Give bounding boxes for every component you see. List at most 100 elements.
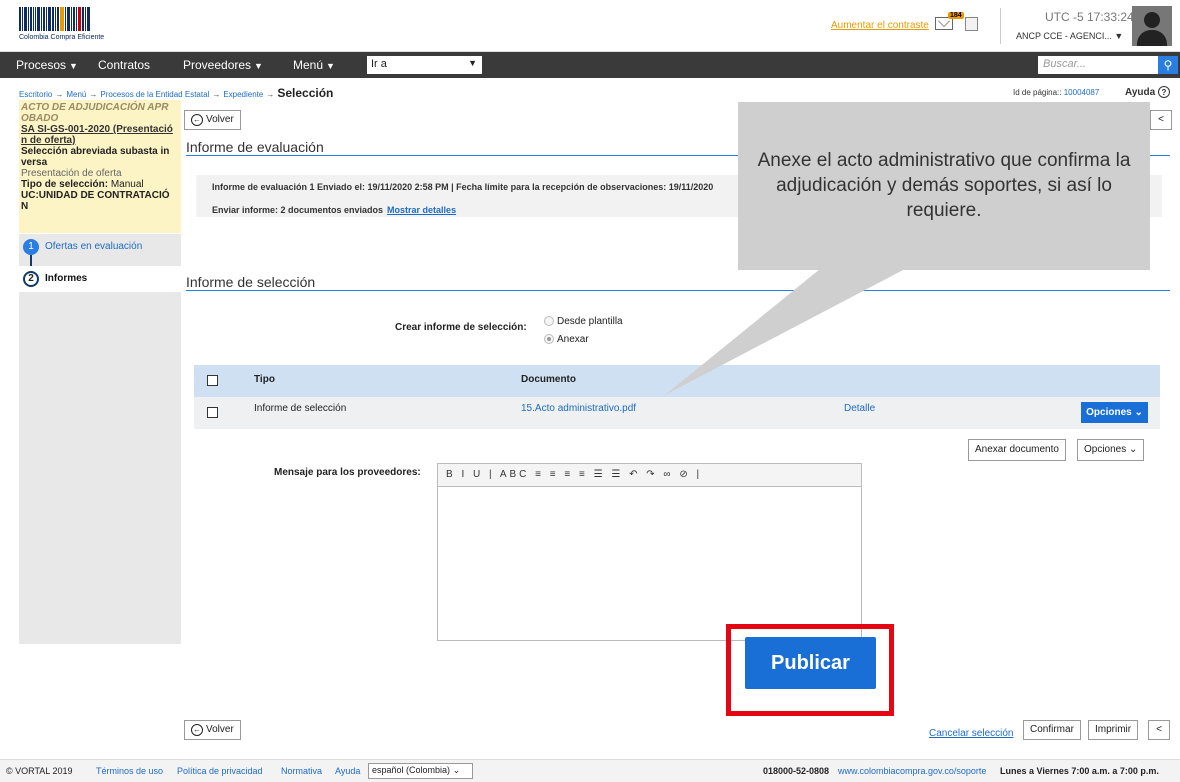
search-icon[interactable]: ⚲ — [1158, 56, 1178, 74]
radio-selected-icon — [544, 334, 554, 345]
arrow-right-icon: → — [266, 90, 275, 99]
terms-link[interactable]: Términos de uso — [96, 766, 163, 776]
account-selector[interactable]: ANCP CCE - AGENCI... ▼ — [1016, 31, 1123, 41]
create-report-label: Crear informe de selección: — [395, 322, 527, 333]
help-icon: ? — [1157, 86, 1170, 98]
page: Colombia Compra Eficiente Aumentar el co… — [0, 0, 1180, 782]
editor-toolbar[interactable]: B I U | ABC ≡ ≡ ≡ ≡ ☰ ☰ ↶ ↷ ∞ ⊘ | — [437, 463, 862, 487]
increase-contrast-link[interactable]: Aumentar el contraste — [831, 20, 929, 31]
step-label: Ofertas en evaluación — [45, 241, 143, 252]
nav-contratos[interactable]: Contratos — [98, 58, 150, 72]
evaluation-section-title: Informe de evaluación — [186, 139, 324, 155]
callout-text: Anexe el acto administrativo que confirm… — [757, 150, 1131, 221]
goto-select[interactable]: Ir a ▼ — [367, 56, 482, 74]
step-informes[interactable]: 2 Informes — [19, 266, 181, 292]
logo-text: Colombia Compra Eficiente — [19, 34, 105, 41]
documents-table-header: Tipo Documento — [194, 365, 1160, 397]
process-modality: Selección abreviada subasta in versa — [21, 146, 170, 168]
collapse-button-bottom[interactable]: < — [1148, 720, 1170, 740]
selection-section-title: Informe de selección — [186, 274, 316, 290]
radio-anexar[interactable]: Anexar — [544, 334, 589, 345]
breadcrumb: Escritorio → Menú → Procesos de la Entidad E… — [19, 86, 333, 100]
footer: © VORTAL 2019 Términos de uso Política d… — [0, 759, 1180, 782]
anexar-documento-button[interactable]: Anexar documento — [968, 439, 1066, 461]
process-info-panel: ACTO DE ADJUDICACIÓN APR OBADO SA SI-GS-0… — [19, 100, 181, 233]
step-ofertas-evaluacion[interactable]: 1 Ofertas en evaluación — [19, 234, 181, 260]
volver-button-bottom[interactable]: ← Volver — [184, 720, 241, 740]
privacy-link[interactable]: Política de privacidad — [177, 766, 263, 776]
contracting-unit: UC:UNIDAD DE CONTRATACIÓ N — [21, 190, 170, 212]
section-divider — [186, 290, 1170, 291]
breadcrumb-expediente[interactable]: Expediente — [223, 90, 263, 99]
arrow-right-icon: → — [55, 90, 64, 99]
caret-down-icon: ▼ — [254, 61, 263, 71]
process-reference-link[interactable]: SA SI-GS-001-2020 (Presentació n de ofert… — [21, 124, 179, 146]
main-nav: Procesos ▼ Contratos Proveedores ▼ Menú ▼ I… — [0, 52, 1180, 78]
volver-button-top[interactable]: ← Volver — [184, 110, 241, 130]
process-status: ACTO DE ADJUDICACIÓN APR OBADO — [21, 102, 169, 124]
step-number: 1 — [23, 239, 39, 255]
nav-menu[interactable]: Menú ▼ — [293, 58, 335, 72]
logo[interactable]: Colombia Compra Eficiente — [19, 7, 119, 45]
row-options-button[interactable]: Opciones ⌄ — [1081, 402, 1148, 423]
column-documento: Documento — [521, 374, 576, 385]
caret-down-icon: ▼ — [326, 61, 335, 71]
search-input[interactable]: Buscar... — [1038, 56, 1158, 74]
header-divider — [1000, 8, 1001, 44]
breadcrumb-escritorio[interactable]: Escritorio — [19, 90, 52, 99]
arrow-right-icon: → — [212, 90, 221, 99]
evaluation-report-summary: Informe de evaluación 1 Enviado el: 19/1… — [212, 182, 714, 192]
radio-icon — [544, 316, 554, 327]
back-arrow-icon: ← — [191, 114, 203, 126]
language-select[interactable]: español (Colombia) ⌄ — [368, 763, 473, 779]
show-details-link[interactable]: Mostrar detalles — [387, 205, 456, 215]
caret-down-icon: ▼ — [468, 58, 477, 68]
mail-count-badge: 184 — [948, 12, 964, 19]
selection-type: Tipo de selección: Manual — [21, 179, 144, 190]
document-icon[interactable] — [965, 17, 978, 31]
copyright: © VORTAL 2019 — [6, 766, 73, 776]
imprimir-button[interactable]: Imprimir — [1088, 720, 1139, 740]
nav-proveedores[interactable]: Proveedores ▼ — [183, 58, 263, 72]
support-url-link[interactable]: www.colombiacompra.gov.co/soporte — [838, 766, 986, 776]
radio-desde-plantilla[interactable]: Desde plantilla — [544, 316, 623, 327]
publicar-button[interactable]: Publicar — [745, 637, 876, 689]
help-link[interactable]: Ayuda ? — [1125, 86, 1170, 98]
chevron-down-icon: ⌄ — [452, 765, 461, 775]
column-tipo: Tipo — [254, 374, 275, 385]
process-phase: Presentación de oferta — [21, 168, 122, 179]
row-checkbox[interactable] — [207, 407, 218, 418]
support-phone: 018000-52-0808 — [763, 766, 830, 776]
breadcrumb-current: Selección — [277, 86, 334, 100]
user-avatar[interactable] — [1132, 6, 1172, 46]
chevron-down-icon: ⌄ — [1134, 407, 1143, 418]
barcode-logo-icon — [19, 7, 119, 31]
detail-link[interactable]: Detalle — [844, 403, 875, 414]
footer-help-link[interactable]: Ayuda — [335, 766, 360, 776]
support-hours: Lunes a Viernes 7:00 a.m. a 7:00 p.m. — [1000, 766, 1159, 776]
top-header: Colombia Compra Eficiente Aumentar el co… — [0, 0, 1180, 52]
back-arrow-icon: ← — [191, 724, 203, 736]
collapse-button-top[interactable]: < — [1150, 110, 1172, 130]
arrow-right-icon: → — [89, 90, 98, 99]
document-link[interactable]: 15.Acto administrativo.pdf — [521, 403, 636, 414]
nav-procesos[interactable]: Procesos ▼ — [16, 58, 78, 72]
opciones-button[interactable]: Opciones ⌄ — [1077, 439, 1145, 461]
evaluation-sent-info: Enviar informe: 2 documentos enviados Mos… — [212, 205, 457, 215]
message-label: Mensaje para los proveedores: — [274, 467, 421, 478]
breadcrumb-procesos[interactable]: Procesos de la Entidad Estatal — [100, 90, 209, 99]
message-editor[interactable] — [437, 487, 862, 641]
step-number: 2 — [23, 271, 39, 287]
chevron-down-icon: ⌄ — [1129, 444, 1138, 455]
rules-link[interactable]: Normativa — [281, 766, 322, 776]
steps-panel: 1 Ofertas en evaluación 2 Informes — [19, 234, 181, 644]
step-label: Informes — [45, 273, 88, 284]
cancel-selection-link[interactable]: Cancelar selección — [929, 728, 1014, 739]
server-time: UTC -5 17:33:24 — [1045, 10, 1134, 24]
page-id: Id de página:: 10004087 — [1013, 88, 1100, 97]
confirmar-button[interactable]: Confirmar — [1023, 720, 1081, 740]
row-tipo: Informe de selección — [254, 403, 347, 414]
instruction-callout: Anexe el acto administrativo que confirm… — [738, 102, 1150, 270]
breadcrumb-menu[interactable]: Menú — [66, 90, 86, 99]
select-all-checkbox[interactable] — [207, 375, 218, 386]
